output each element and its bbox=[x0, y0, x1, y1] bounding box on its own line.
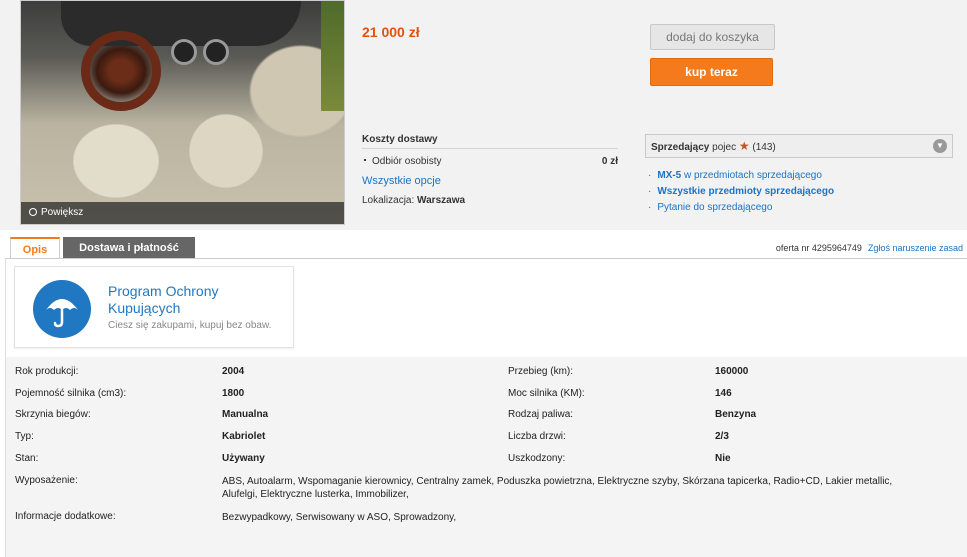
spec-label: Rok produkcji: bbox=[15, 366, 79, 377]
umbrella-icon bbox=[33, 280, 91, 338]
spec-label: Skrzynia biegów: bbox=[15, 409, 91, 420]
photo-gauge bbox=[171, 39, 197, 65]
bullet-icon: · bbox=[648, 202, 652, 213]
report-link[interactable]: Zgłoś naruszenie zasad bbox=[868, 243, 963, 253]
question-label: Pytanie do sprzedającego bbox=[657, 202, 773, 213]
location-value: Warszawa bbox=[417, 195, 466, 206]
shipping-option-price: 0 zł bbox=[601, 156, 618, 167]
tab-description[interactable]: Opis bbox=[10, 237, 60, 259]
chevron-down-icon[interactable]: ▼ bbox=[933, 139, 947, 153]
seller-box[interactable]: Sprzedający pojec ★ (143) ▼ bbox=[645, 134, 953, 158]
star-icon: ★ bbox=[738, 139, 750, 153]
bullet-icon: · bbox=[648, 170, 652, 181]
spec-value: Benzyna bbox=[715, 409, 757, 420]
photo-grass bbox=[321, 1, 344, 111]
seller-name[interactable]: pojec bbox=[712, 142, 736, 153]
spec-label: Liczba drzwi: bbox=[508, 431, 566, 442]
spec-value: Kabriolet bbox=[222, 431, 266, 442]
spec-value: 1800 bbox=[222, 388, 245, 399]
shipping-option: Odbiór osobisty 0 zł bbox=[362, 156, 618, 167]
seller-link-model[interactable]: · MX-5 w przedmiotach sprzedającego bbox=[648, 168, 834, 184]
spec-label: Typ: bbox=[15, 431, 34, 442]
product-photo[interactable]: Powiększ bbox=[20, 0, 345, 225]
photo-gauge bbox=[203, 39, 229, 65]
all-options-link[interactable]: Wszystkie opcje bbox=[362, 175, 441, 187]
spec-value: Nie bbox=[715, 453, 731, 464]
model-name: MX-5 bbox=[657, 170, 682, 181]
offer-number: oferta nr 4295964749 bbox=[775, 243, 862, 253]
photo-steering-wheel bbox=[81, 31, 161, 111]
model-link-suffix: w przedmiotach sprzedającego bbox=[681, 170, 822, 181]
spec-value: 2004 bbox=[222, 366, 245, 377]
spec-label: Moc silnika (KM): bbox=[508, 388, 585, 399]
spec-label: Przebieg (km): bbox=[508, 366, 574, 377]
location: Lokalizacja: Warszawa bbox=[362, 195, 465, 206]
spec-label: Informacje dodatkowe: bbox=[15, 511, 116, 522]
spec-label: Rodzaj paliwa: bbox=[508, 409, 574, 420]
specs-table bbox=[6, 357, 967, 557]
buyer-protection-banner[interactable]: Program Ochrony Kupujących Ciesz się zak… bbox=[14, 266, 294, 348]
bullet-icon: · bbox=[648, 186, 652, 197]
all-items-label: Wszystkie przedmioty sprzedającego bbox=[657, 186, 835, 197]
seller-links: · MX-5 w przedmiotach sprzedającego · Wszy… bbox=[648, 168, 834, 216]
seller-link-question[interactable]: · Pytanie do sprzedającego bbox=[648, 200, 834, 216]
spec-label: Stan: bbox=[15, 453, 39, 464]
zoom-button[interactable]: Powiększ bbox=[21, 202, 344, 224]
spec-value: 2/3 bbox=[715, 431, 729, 442]
tab-delivery-payment[interactable]: Dostawa i płatność bbox=[63, 237, 195, 259]
bullet-icon bbox=[364, 159, 366, 162]
spec-value: 160000 bbox=[715, 366, 749, 377]
seller-rating: (143) bbox=[752, 142, 776, 153]
spec-label: Wyposażenie: bbox=[15, 475, 78, 486]
protection-title: Program Ochrony Kupujących bbox=[108, 283, 219, 316]
spec-value: Manualna bbox=[222, 409, 269, 420]
magnifier-icon bbox=[29, 208, 37, 216]
spec-label: Uszkodzony: bbox=[508, 453, 566, 464]
spec-value: Alufelgi, Elektryczne lusterka, Immobili… bbox=[222, 489, 409, 500]
price: 21 000 zł bbox=[362, 24, 420, 40]
location-label: Lokalizacja: bbox=[362, 195, 415, 206]
spec-value: Używany bbox=[222, 453, 265, 464]
seller-label: Sprzedający bbox=[651, 142, 710, 153]
shipping-option-label: Odbiór osobisty bbox=[372, 156, 442, 167]
buy-now-button[interactable]: kup teraz bbox=[650, 58, 773, 86]
protection-subtitle: Ciesz się zakupami, kupuj bez obaw. bbox=[108, 320, 272, 331]
add-to-cart-button[interactable]: dodaj do koszyka bbox=[650, 24, 775, 50]
offer-info: oferta nr 4295964749 Zgłoś naruszenie zas… bbox=[776, 243, 963, 253]
seller-link-all[interactable]: · Wszystkie przedmioty sprzedającego bbox=[648, 184, 834, 200]
spec-value: ABS, Autoalarm, Wspomaganie kierownicy, … bbox=[222, 476, 893, 487]
spec-value: 146 bbox=[715, 388, 732, 399]
spec-label: Pojemność silnika (cm3): bbox=[15, 388, 127, 399]
shipping-heading: Koszty dostawy bbox=[362, 134, 618, 149]
spec-value: Bezwypadkowy, Serwisowany w ASO, Sprowad… bbox=[222, 512, 457, 523]
zoom-label: Powiększ bbox=[41, 207, 84, 218]
